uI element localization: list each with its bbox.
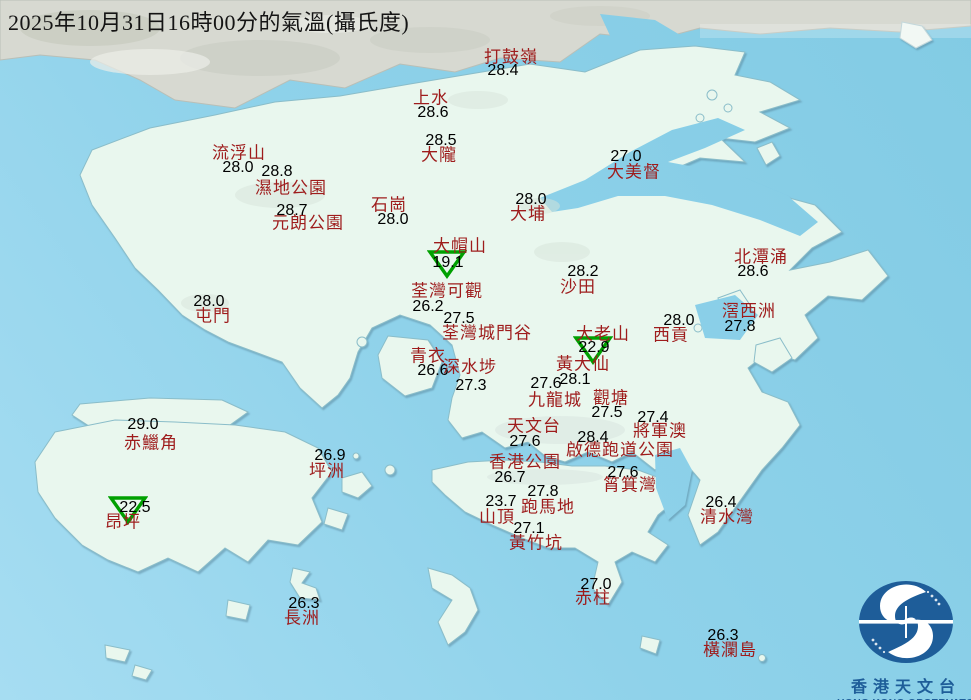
station-temperature-value: 28.0 xyxy=(193,293,225,310)
station-temperature-value: 26.7 xyxy=(494,469,526,486)
station-temperature-value: 27.6 xyxy=(530,375,562,392)
hko-logo: 香港天文台 HONG KONG OBSERVATORY xyxy=(837,578,971,700)
station-name-label: 長洲 xyxy=(284,608,320,628)
station-temperature-value: 27.5 xyxy=(591,404,623,421)
station-temperature-value: 28.4 xyxy=(487,62,519,79)
station-name-label: 濕地公園 xyxy=(255,178,327,198)
station-name-label: 屯門 xyxy=(195,306,231,326)
station-temperature-value: 27.4 xyxy=(637,409,669,426)
station-name-label: 坪洲 xyxy=(309,461,345,481)
station-temperature-value: 27.3 xyxy=(455,377,487,394)
station-temperature-value: 28.7 xyxy=(276,202,308,219)
station-name-label: 九龍城 xyxy=(528,390,582,410)
station-temperature-value: 26.9 xyxy=(314,447,346,464)
station-temperature-value: 28.0 xyxy=(663,312,695,329)
station-temperature-value: 28.5 xyxy=(425,132,457,149)
station-name-label: 赤鱲角 xyxy=(124,433,178,453)
station-name-label: 黃大仙 xyxy=(556,354,610,374)
station-name-label: 荃灣可觀 xyxy=(411,281,483,301)
station-name-label: 大美督 xyxy=(607,162,661,182)
station-temperature-value: 28.2 xyxy=(567,263,599,280)
station-temperature-value: 28.4 xyxy=(577,429,609,446)
station-temperature-value: 23.7 xyxy=(485,493,517,510)
station-name-label: 荃灣城門谷 xyxy=(442,323,532,343)
hko-logo-icon xyxy=(859,581,953,663)
station-temperature-value: 28.0 xyxy=(222,159,254,176)
station-name-label: 山頂 xyxy=(479,507,515,527)
hko-logo-chinese-name: 香港天文台 xyxy=(850,679,961,696)
station-name-label: 跑馬地 xyxy=(521,497,575,517)
station-name-label: 沙田 xyxy=(560,277,596,297)
station-temperature-value: 27.0 xyxy=(580,576,612,593)
station-temperature-value: 22.5 xyxy=(119,499,151,516)
station-temperature-value: 26.3 xyxy=(288,595,320,612)
station-temperature-value: 27.8 xyxy=(724,318,756,335)
station-temperature-value: 27.1 xyxy=(513,520,545,537)
station-temperature-value: 19.1 xyxy=(432,254,464,271)
hko-temperature-map-page: 2025年10月31日16時00分的氣溫(攝氏度) 打鼓嶺 28.4 上水 28.6 大… xyxy=(0,0,971,700)
station-temperature-value: 26.2 xyxy=(412,298,444,315)
station-name-label: 昂坪 xyxy=(105,512,141,532)
station-temperature-value: 29.0 xyxy=(127,416,159,433)
station-temperature-value: 28.0 xyxy=(515,191,547,208)
station-temperature-value: 28.1 xyxy=(559,371,591,388)
station-name-label: 大帽山 xyxy=(433,236,487,256)
station-name-label: 黃竹坑 xyxy=(509,533,563,553)
station-temperature-value: 27.6 xyxy=(607,464,639,481)
station-name-label: 香港公園 xyxy=(489,452,561,472)
station-temperature-value: 27.6 xyxy=(509,433,541,450)
station-name-label: 大埔 xyxy=(510,204,546,224)
map-title: 2025年10月31日16時00分的氣溫(攝氏度) xyxy=(8,10,410,35)
station-name-label: 大隴 xyxy=(421,145,457,165)
station-name-label: 清水灣 xyxy=(700,507,754,527)
station-temperature-value: 28.6 xyxy=(737,263,769,280)
station-temperature-value: 28.8 xyxy=(261,163,293,180)
station-temperature-value: 26.3 xyxy=(707,627,739,644)
station-temperature-value: 27.5 xyxy=(443,310,475,327)
station-name-label: 深水埗 xyxy=(443,357,497,377)
station-temperature-value: 27.8 xyxy=(527,483,559,500)
station-name-label: 橫瀾島 xyxy=(703,640,757,660)
station-name-label: 天文台 xyxy=(507,416,561,436)
station-temperature-value: 28.0 xyxy=(377,211,409,228)
station-name-label: 西貢 xyxy=(653,325,689,345)
hong-kong-map xyxy=(0,0,971,700)
station-name-label: 滘西洲 xyxy=(722,301,776,321)
station-temperature-value: 28.6 xyxy=(417,104,449,121)
station-temperature-value: 27.0 xyxy=(610,148,642,165)
station-temperature-value: 26.4 xyxy=(705,494,737,511)
